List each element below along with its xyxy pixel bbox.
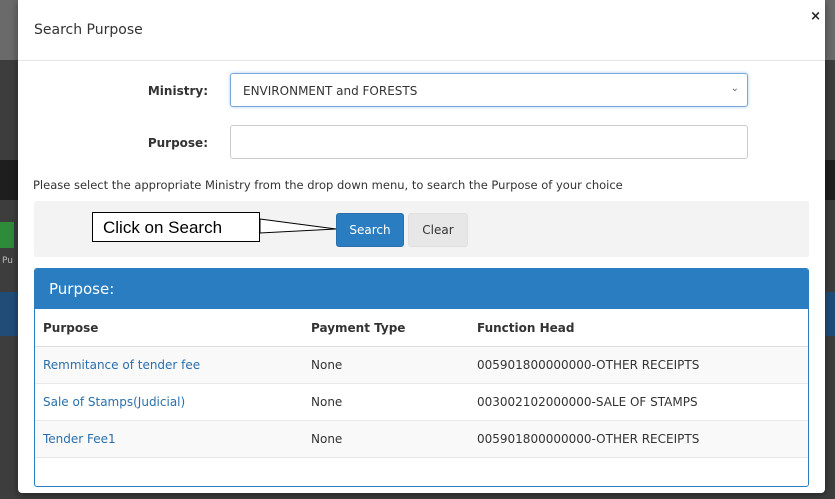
background-fragment [825, 160, 835, 200]
purpose-link[interactable]: Tender Fee1 [43, 432, 116, 446]
table-row: Remmitance of tender fee None 0059018000… [35, 346, 808, 384]
function-head-cell: 003002102000000-SALE OF STAMPS [469, 383, 808, 421]
function-head-cell: 005901800000000-OTHER RECEIPTS [469, 420, 808, 458]
purpose-link[interactable]: Sale of Stamps(Judicial) [43, 395, 185, 409]
ministry-selected-value: ENVIRONMENT and FORESTS [243, 84, 418, 98]
background-fragment [825, 0, 835, 60]
modal-title: Search Purpose [34, 22, 143, 38]
payment-type-cell: None [303, 346, 469, 384]
callout-pointer [259, 218, 337, 234]
purpose-input[interactable] [230, 125, 748, 159]
table-header-row: Purpose Payment Type Function Head [35, 309, 808, 347]
ministry-row: Ministry: ENVIRONMENT and FORESTS ⌄ [18, 73, 825, 109]
search-purpose-modal: Search Purpose × Ministry: ENVIRONMENT a… [18, 0, 825, 493]
results-table: Purpose Payment Type Function Head Remmi… [35, 309, 808, 458]
purpose-label: Purpose: [147, 136, 208, 150]
purpose-cell: Sale of Stamps(Judicial) [35, 383, 303, 421]
button-bar: Click on Search Search Clear [34, 201, 809, 257]
instructions-text: Please select the appropriate Ministry f… [33, 178, 623, 192]
chevron-down-icon: ⌄ [730, 83, 739, 94]
table-row: Tender Fee1 None 005901800000000-OTHER R… [35, 420, 808, 458]
results-panel: Purpose: Purpose Payment Type Function H… [34, 268, 809, 487]
table-row: Sale of Stamps(Judicial) None 0030021020… [35, 383, 808, 421]
ministry-select[interactable]: ENVIRONMENT and FORESTS ⌄ [230, 73, 748, 107]
panel-heading: Purpose: [35, 269, 808, 309]
panel-title: Purpose: [49, 280, 115, 298]
column-header-purpose: Purpose [35, 309, 303, 347]
background-fragment [0, 222, 14, 248]
background-fragment [0, 0, 20, 60]
background-text: Pu [2, 256, 13, 266]
column-header-function-head: Function Head [469, 309, 808, 347]
payment-type-cell: None [303, 383, 469, 421]
purpose-cell: Tender Fee1 [35, 420, 303, 458]
background-fragment [0, 160, 20, 200]
payment-type-cell: None [303, 420, 469, 458]
purpose-cell: Remmitance of tender fee [35, 346, 303, 384]
clear-button[interactable]: Clear [408, 213, 468, 247]
ministry-label: Ministry: [147, 84, 208, 98]
search-button[interactable]: Search [336, 213, 404, 247]
column-header-payment-type: Payment Type [303, 309, 469, 347]
function-head-cell: 005901800000000-OTHER RECEIPTS [469, 346, 808, 384]
close-icon[interactable]: × [810, 10, 821, 23]
purpose-row: Purpose: [18, 125, 825, 161]
modal-header: Search Purpose × [18, 0, 825, 61]
background-fragment [825, 292, 835, 336]
purpose-link[interactable]: Remmitance of tender fee [43, 358, 200, 372]
